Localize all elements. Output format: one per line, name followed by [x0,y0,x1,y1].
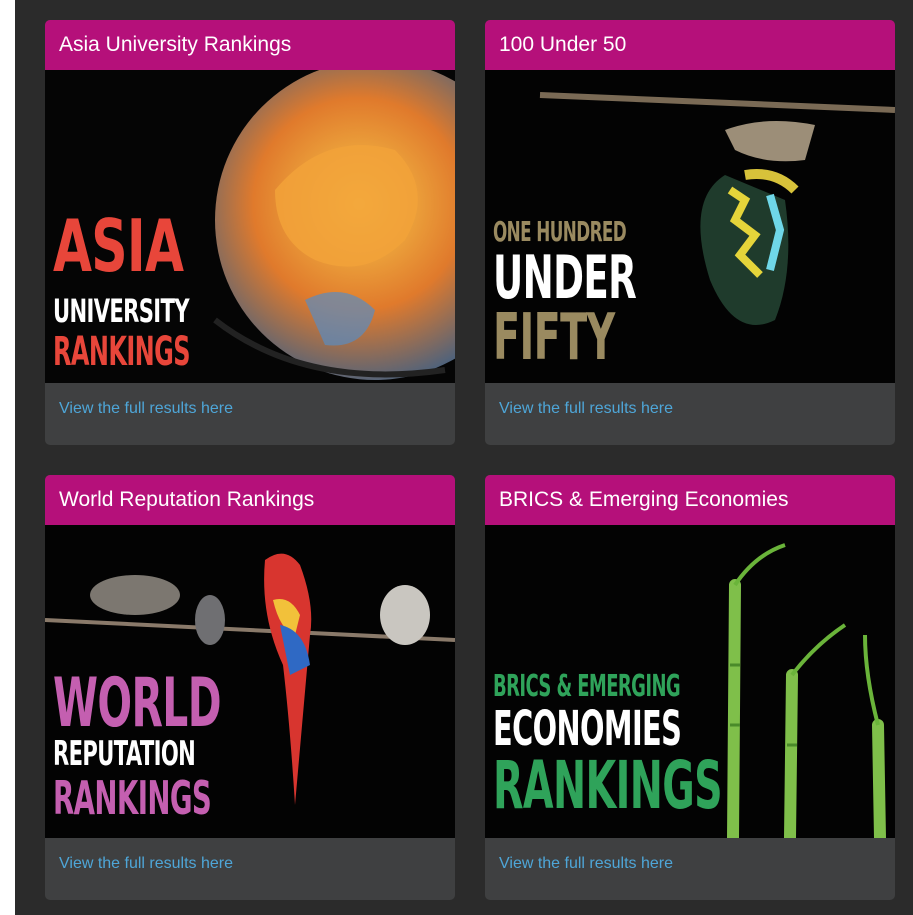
rankings-panel: Asia University Rankings ASIA UNIVERSITY [15,0,913,915]
art-line-1: BRICS & EMERGING [493,669,681,704]
card-title[interactable]: Asia University Rankings [45,20,455,70]
art-line-3: RANKINGS [493,747,723,824]
card-asia-university-rankings[interactable]: Asia University Rankings ASIA UNIVERSITY [45,20,455,445]
art-line-1: ONE HUNDRED [493,215,627,248]
card-title[interactable]: World Reputation Rankings [45,475,455,525]
card-title[interactable]: BRICS & Emerging Economies [485,475,895,525]
art-line-3: FIFTY [493,301,615,375]
view-results-link[interactable]: View the full results here [59,855,233,873]
card-world-reputation-rankings[interactable]: World Reputation Rankings WORLD REPUTATI… [45,475,455,900]
card-100-under-50[interactable]: 100 Under 50 ONE HUNDRED UNDER FIFTY Vie… [485,20,895,445]
view-results-link[interactable]: View the full results here [499,855,673,873]
art-line-3: RANKINGS [53,771,212,825]
card-title[interactable]: 100 Under 50 [485,20,895,70]
card-brics-emerging-economies[interactable]: BRICS & Emerging Economies BRICS & EMERG… [485,475,895,900]
asia-rankings-image[interactable]: ASIA UNIVERSITY RANKINGS [45,70,455,383]
art-line-2: UNDER [493,243,637,313]
art-line-1: WORLD [53,664,222,743]
art-line-2: ECONOMIES [493,701,682,757]
art-line-1: ASIA [53,204,184,288]
world-reputation-image[interactable]: WORLD REPUTATION RANKINGS [45,525,455,838]
view-results-link[interactable]: View the full results here [499,400,673,418]
brics-image[interactable]: BRICS & EMERGING ECONOMIES RANKINGS [485,525,895,838]
art-line-2: UNIVERSITY [53,292,190,330]
under-fifty-image[interactable]: ONE HUNDRED UNDER FIFTY [485,70,895,383]
art-line-3: RANKINGS [53,329,191,375]
art-line-2: REPUTATION [53,734,196,774]
view-results-link[interactable]: View the full results here [59,400,233,418]
